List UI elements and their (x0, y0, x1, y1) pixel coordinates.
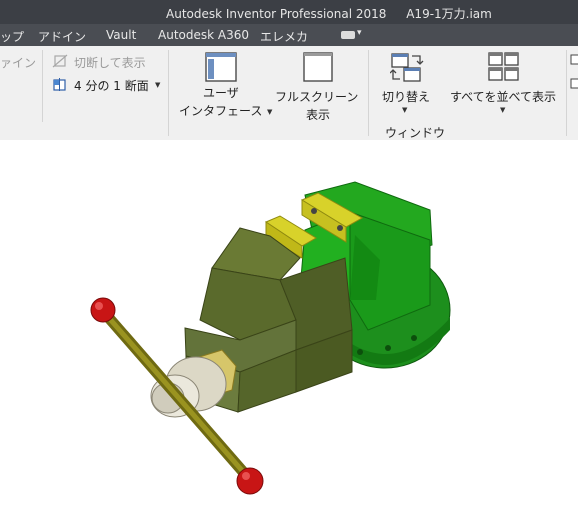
chevron-down-icon[interactable]: ▼ (155, 81, 160, 89)
quarter-section-button[interactable]: 4 分の 1 断面 (74, 77, 149, 94)
full-screen-label-2[interactable]: 表示 (306, 106, 330, 123)
tab-vault[interactable]: Vault (106, 28, 136, 42)
slice-show-button[interactable]: 切断して表示 (74, 54, 146, 71)
chevron-down-icon[interactable]: ▼ (267, 108, 272, 116)
switch-window-icon[interactable] (390, 52, 424, 84)
ribbon-panel: ァイン 切断して表示 4 分の 1 断面 ▼ ユーザ インタフェース ▼ フルス… (0, 46, 578, 141)
arrange-all-icon[interactable] (488, 52, 520, 82)
ribbon-separator (566, 50, 567, 136)
tab-addins[interactable]: アドイン (38, 28, 86, 45)
quarter-section-icon (53, 78, 66, 91)
chevron-down-icon[interactable]: ▼ (500, 106, 505, 114)
chevron-down-icon[interactable]: ▼ (402, 106, 407, 114)
window-small-icon[interactable] (570, 54, 578, 66)
full-screen-label[interactable]: フルスクリーン (275, 88, 358, 105)
tab-overflow-dropdown[interactable] (341, 31, 355, 39)
tab-elemeca[interactable]: エレメカ (260, 28, 308, 45)
tab-partial[interactable]: ップ (0, 28, 24, 45)
user-interface-label[interactable]: ユーザ (203, 84, 239, 101)
ribbon-separator (168, 50, 169, 136)
slice-icon (52, 54, 68, 68)
ribbon-separator (368, 50, 369, 136)
arrange-all-button[interactable]: すべてを並べて表示 (450, 88, 556, 105)
switch-button[interactable]: 切り替え (382, 88, 430, 105)
partial-command-label[interactable]: ァイン (0, 54, 36, 71)
tab-a360[interactable]: Autodesk A360 (158, 28, 249, 42)
ribbon-separator (42, 50, 43, 122)
window-panel-label: ウィンドウ (385, 126, 446, 140)
user-interface-icon[interactable] (205, 52, 237, 82)
user-interface-label-2[interactable]: インタフェース (179, 102, 262, 119)
ribbon-tab-bar: ップ アドイン Vault Autodesk A360 エレメカ ▾ (0, 24, 578, 46)
window-title: Autodesk Inventor Professional 2018 A19-… (166, 5, 508, 22)
full-screen-icon[interactable] (303, 52, 333, 82)
vise-model[interactable] (0, 140, 578, 528)
window-small-icon[interactable] (570, 78, 578, 90)
chevron-down-icon: ▾ (357, 28, 362, 38)
graphics-viewport[interactable] (0, 140, 578, 528)
app-title: Autodesk Inventor Professional 2018 (166, 7, 387, 21)
title-bar: Autodesk Inventor Professional 2018 A19-… (0, 0, 578, 24)
file-name: A19-1万力.iam (406, 7, 492, 21)
